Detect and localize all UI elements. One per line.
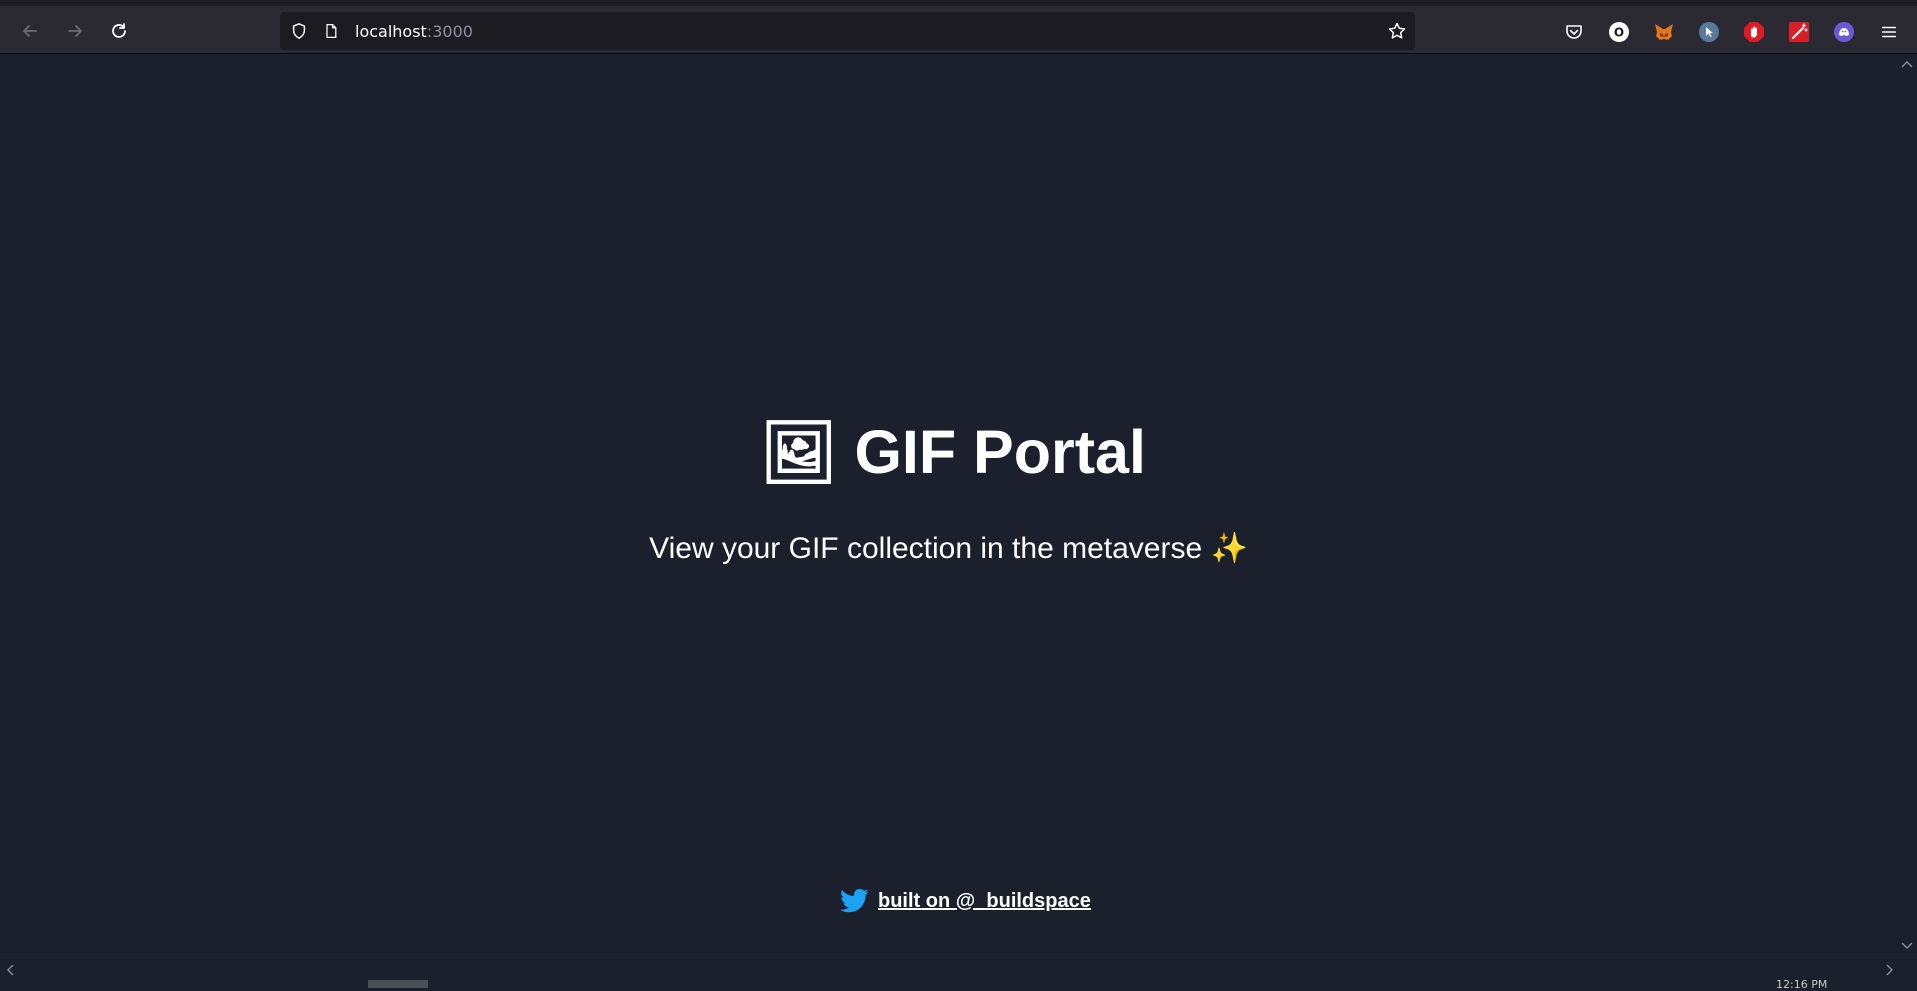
pocket-icon[interactable] [1563,21,1585,43]
scroll-down-icon[interactable] [1901,942,1913,950]
magic-wand-ext-icon[interactable] [1788,21,1810,43]
footer: built on @_buildspace [840,886,1091,916]
star-icon[interactable] [1387,21,1407,41]
scroll-left-icon[interactable] [6,964,14,976]
svg-text:O: O [1614,26,1624,40]
scroll-up-icon[interactable] [1901,60,1913,68]
metamask-fox-icon[interactable] [1653,21,1675,43]
arrow-left-icon [23,25,37,37]
clock-text: 12:16 PM [1776,978,1828,991]
framed-picture-emoji: 🖼 [760,418,838,486]
buildspace-twitter-link[interactable]: built on @_buildspace [878,890,1091,913]
twitter-icon [840,888,869,913]
ext-o-icon[interactable]: O [1608,21,1630,43]
sparkles-emoji: ✨ [1210,532,1248,565]
scroll-right-icon[interactable] [1886,964,1894,976]
url-text[interactable]: localhost:3000 [355,22,473,41]
vertical-scrollbar[interactable] [1897,54,1917,957]
horizontal-scrollbar[interactable] [0,957,1917,988]
page-subtitle: View your GIF collection in the metavers… [0,531,1897,566]
reload-button[interactable] [102,14,136,48]
arrow-right-icon [68,25,82,37]
forward-button[interactable] [58,14,92,48]
adblock-hand-icon[interactable] [1743,21,1765,43]
page-title: 🖼 GIF Portal [0,416,1906,488]
url-host: localhost [355,21,427,41]
page-title-text: GIF Portal [854,418,1146,486]
ghost-ext-icon[interactable] [1833,21,1855,43]
reload-icon [112,23,126,38]
url-port: :3000 [426,21,473,41]
page-subtitle-text: View your GIF collection in the metavers… [649,532,1203,565]
shield-icon[interactable] [289,21,309,41]
address-bar[interactable]: localhost:3000 [280,12,1415,50]
cursor-ext-icon[interactable] [1698,21,1720,43]
page-viewport: 🖼 GIF Portal View your GIF collection in… [0,54,1897,957]
hamburger-menu-icon[interactable] [1878,21,1900,43]
browser-toolbar: localhost:3000 O [0,0,1917,54]
page-icon[interactable] [321,21,341,41]
back-button[interactable] [13,14,47,48]
